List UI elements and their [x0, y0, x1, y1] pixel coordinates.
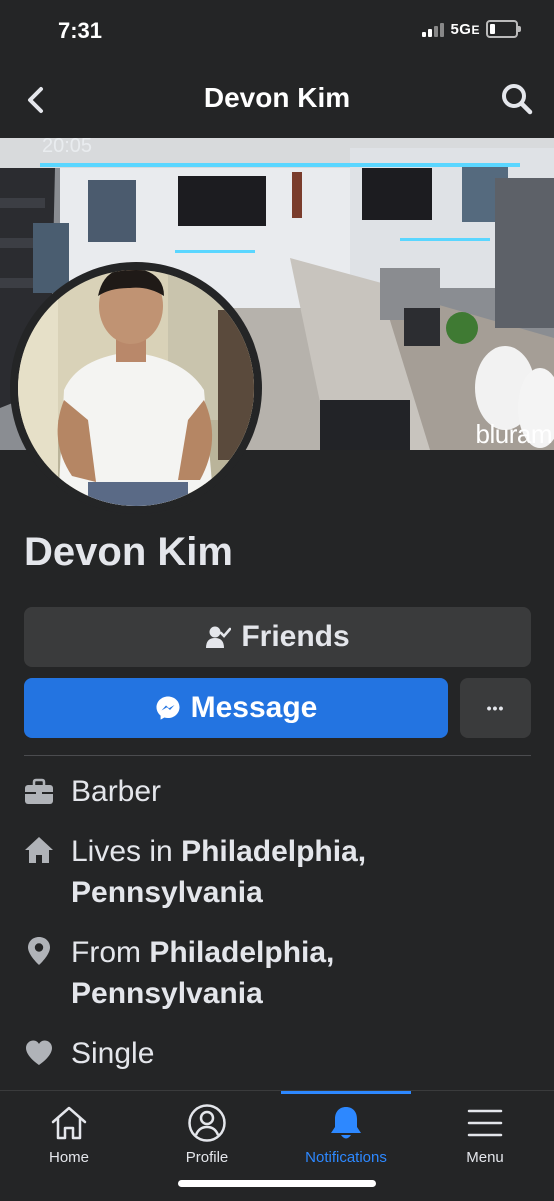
more-options-button[interactable]: •••: [460, 678, 531, 738]
cover-watermark: bluram: [475, 419, 553, 449]
nav-home-label: Home: [48, 1149, 89, 1166]
status-indicators: 5GE: [422, 20, 521, 38]
friends-label: Friends: [241, 620, 350, 653]
lives-place-line2[interactable]: Pennsylvania: [71, 876, 263, 909]
info-from: From Philadelphia, Pennsylvania: [24, 932, 531, 1016]
info-relationship: Single: [24, 1033, 531, 1077]
search-icon: [502, 84, 533, 115]
battery-icon: [486, 20, 521, 38]
from-place[interactable]: Philadelphia,: [149, 936, 334, 969]
briefcase-icon: [25, 778, 53, 804]
info-work: Barber: [24, 771, 531, 815]
messenger-icon: [156, 696, 180, 720]
network-label: 5GE: [450, 20, 480, 38]
status-time: 7:31: [58, 18, 103, 43]
nav-notifications[interactable]: Notifications: [277, 1091, 415, 1179]
search-button[interactable]: [500, 82, 534, 116]
profile-picture[interactable]: [10, 262, 262, 514]
nav-menu-label: Menu: [466, 1149, 504, 1166]
friends-button[interactable]: Friends: [24, 607, 531, 667]
page-title: Devon Kim: [203, 82, 351, 113]
status-bar: 7:31 5GE: [0, 0, 554, 62]
nav-profile-label: Profile: [185, 1149, 229, 1166]
profile-name: Devon Kim: [24, 530, 233, 574]
friends-check-icon: [206, 626, 232, 648]
location-pin-icon: [28, 937, 50, 965]
message-label: Message: [190, 691, 318, 724]
nav-menu[interactable]: Menu: [416, 1091, 554, 1179]
cover-timestamp: 20:05: [42, 138, 92, 157]
home-icon: [51, 1106, 87, 1140]
profile-icon: [188, 1104, 226, 1142]
message-button[interactable]: Message: [24, 678, 448, 738]
work-text: Barber: [71, 775, 162, 808]
nav-notifications-label: Notifications: [305, 1149, 387, 1166]
home-indicator[interactable]: [178, 1180, 376, 1187]
nav-profile[interactable]: Profile: [138, 1091, 276, 1179]
lives-text: Lives in Philadelphia, Pennsylvania: [71, 835, 367, 909]
relationship-text: Single: [71, 1037, 155, 1070]
lives-place[interactable]: Philadelphia,: [181, 835, 366, 868]
heart-icon: [26, 1040, 52, 1065]
nav-home[interactable]: Home: [0, 1091, 138, 1179]
from-place-line2[interactable]: Pennsylvania: [71, 977, 263, 1010]
more-icon: •••: [486, 700, 505, 716]
avatar: [18, 270, 254, 506]
info-lives: Lives in Philadelphia, Pennsylvania: [24, 831, 531, 915]
home-icon: [25, 837, 53, 863]
from-text: From Philadelphia, Pennsylvania: [71, 936, 335, 1010]
divider: [24, 755, 531, 756]
bell-icon: [331, 1107, 361, 1139]
top-header: Devon Kim: [0, 62, 554, 138]
signal-icon: [422, 21, 445, 37]
menu-icon: [467, 1109, 503, 1137]
